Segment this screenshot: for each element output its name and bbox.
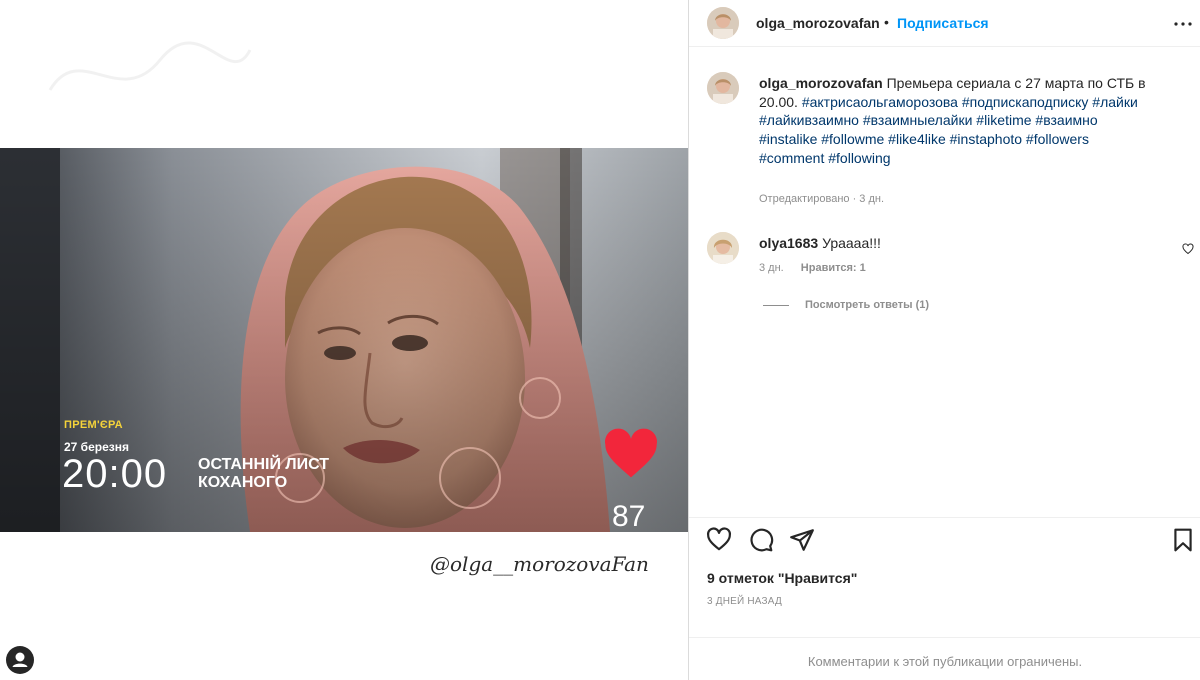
replies-divider [763, 304, 789, 306]
commenter-avatar[interactable] [707, 232, 739, 264]
comment-meta: 3 дн. Нравится: 1 [759, 262, 880, 274]
premiere-label: ПРЕМ'ЄРА [64, 419, 123, 431]
post-details-panel: olga_morozovafan • Подписаться olga_moro… [688, 0, 1200, 680]
user-glyph-icon [12, 652, 28, 667]
header-separator: • [884, 14, 889, 30]
header-username[interactable]: olga_morozovafan [756, 15, 880, 31]
caption-edited-meta: Отредактировано · 3 дн. [759, 193, 885, 205]
comments-restricted-notice: Комментарии к этой публикации ограничены… [807, 654, 1083, 669]
caption-username[interactable]: olga_morozovafan [759, 75, 883, 91]
caption-avatar[interactable] [707, 72, 739, 104]
heart-icon [605, 428, 657, 478]
post-media[interactable]: ПРЕМ'ЄРА 27 березня 20:00 ОСТАННІЙ ЛИСТ … [0, 0, 688, 680]
action-bar [689, 517, 1200, 561]
heart-outline-icon[interactable] [706, 527, 732, 553]
show-title-line-1: ОСТАННІЙ ЛИСТ [198, 456, 330, 473]
paper-plane-icon[interactable] [789, 527, 815, 553]
signature-watermark: @olga__morozovaFan [430, 552, 649, 576]
user-icon[interactable] [6, 646, 34, 674]
avatar-image [707, 72, 739, 104]
comment-age: 3 дн. [759, 262, 784, 274]
caption-hashtags[interactable]: #актрисаольгаморозова #подпискаподписку … [759, 94, 1138, 166]
instagram-post-modal: ПРЕМ'ЄРА 27 березня 20:00 ОСТАННІЙ ЛИСТ … [0, 0, 1200, 680]
avatar-image [707, 7, 739, 39]
more-horizontal-icon[interactable] [1171, 12, 1195, 36]
post-age[interactable]: 3 ДНЕЙ НАЗАД [707, 596, 782, 607]
comment-body: Урaaaa!!! [822, 235, 881, 251]
comments-footer: Комментарии к этой публикации ограничены… [689, 637, 1200, 680]
comment-heart-icon[interactable] [1182, 243, 1194, 255]
view-replies-button[interactable]: Посмотреть ответы (1) [763, 299, 929, 311]
comment-likes[interactable]: Нравится: 1 [801, 262, 866, 274]
comment-bubble-icon[interactable] [748, 527, 774, 553]
comment-text: olya1683 Урaaaa!!! [759, 235, 881, 251]
show-title: ОСТАННІЙ ЛИСТ КОХАНОГО [198, 456, 358, 492]
comment-username[interactable]: olya1683 [759, 235, 818, 251]
caption-text: olga_morozovafan Премьера сериала с 27 м… [759, 74, 1149, 168]
heart-count: 87 [612, 500, 646, 533]
likes-count[interactable]: 9 отметок "Нравится" [707, 570, 857, 586]
view-replies-label: Посмотреть ответы (1) [805, 299, 930, 311]
avatar-image [707, 232, 739, 264]
bookmark-icon[interactable] [1170, 527, 1196, 553]
faded-watermark [48, 41, 252, 91]
follow-button[interactable]: Подписаться [897, 15, 989, 31]
author-avatar[interactable] [707, 7, 739, 39]
premiere-time: 20:00 [62, 452, 168, 496]
post-header: olga_morozovafan • Подписаться [689, 0, 1200, 47]
show-title-line-2: КОХАНОГО [198, 474, 288, 491]
